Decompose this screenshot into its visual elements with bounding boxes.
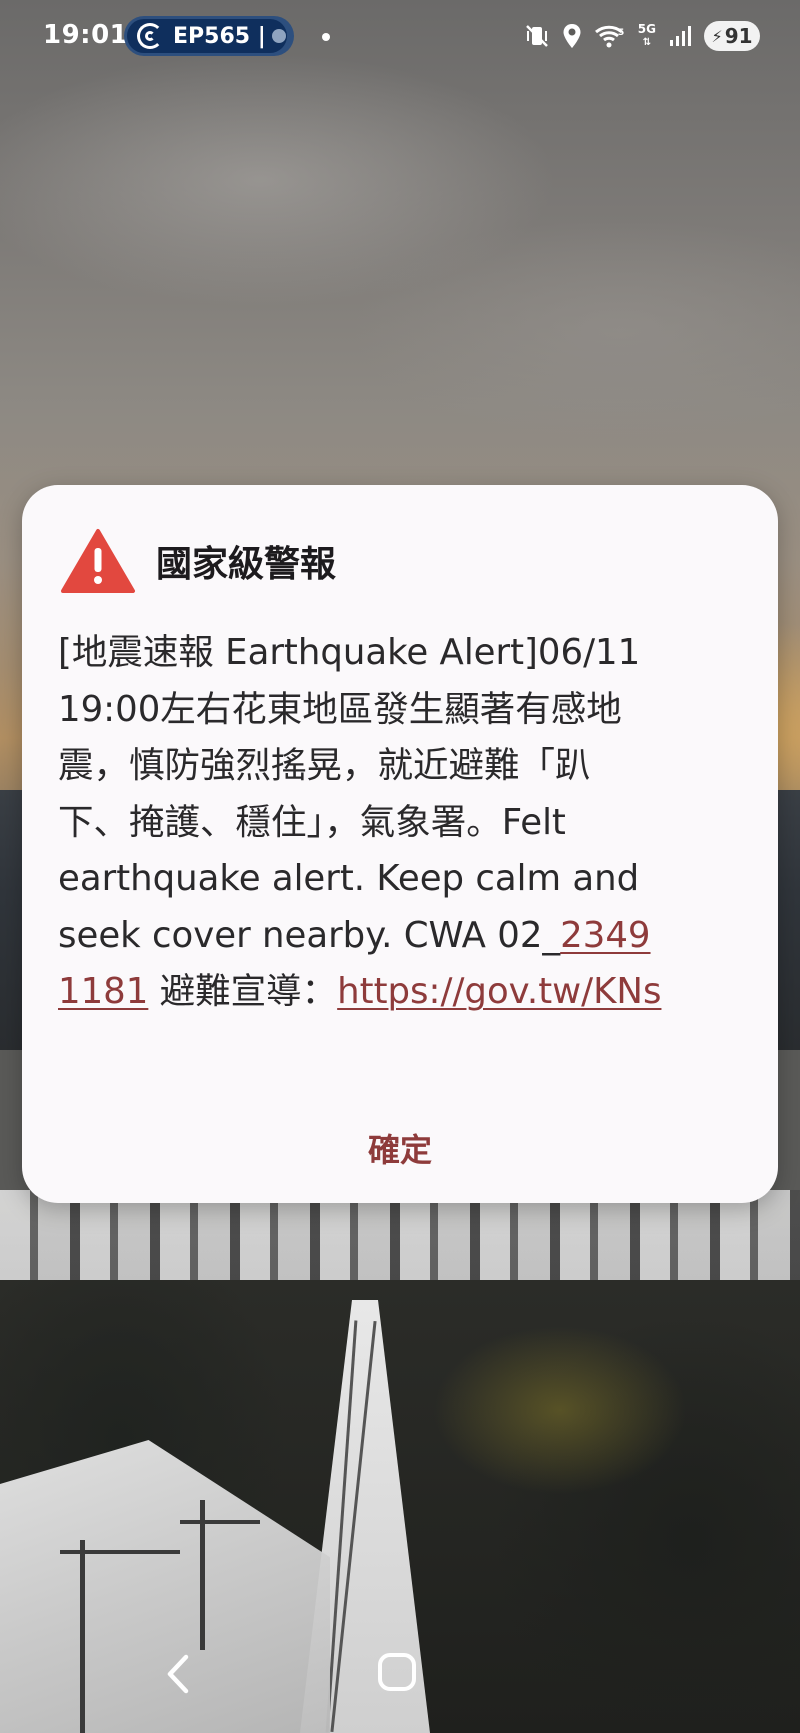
alert-header: 國家級警報 (60, 525, 336, 597)
status-bar: 19:01 EP565 | 5 5G ⇅ ⚡ 91 (0, 0, 800, 72)
confirm-button[interactable]: 確定 (350, 1125, 450, 1175)
alert-line: 19:00左右花東地區發生顯著有感地 (58, 688, 622, 730)
wifi-icon: 5 (594, 23, 626, 49)
clock: 19:01 (43, 20, 129, 50)
alert-line: 下、掩護、穩住」，氣象署。Felt (58, 801, 566, 843)
evacuation-label: 避難宣導： (148, 971, 338, 1012)
alert-title: 國家級警報 (156, 544, 337, 585)
warning-triangle-icon (61, 529, 135, 593)
phone-link[interactable]: 2349 (560, 915, 650, 956)
alert-line: 震，慎防強烈搖晃，就近避難「趴 (58, 745, 591, 786)
home-icon[interactable] (378, 1653, 416, 1691)
alert-line: [地震速報 Earthquake Alert]06/11 (58, 632, 641, 673)
system-icons: 5 5G ⇅ ⚡ 91 (524, 18, 760, 54)
network-type: 5G ⇅ (637, 22, 656, 49)
back-icon[interactable] (158, 1649, 198, 1699)
location-pin-icon (562, 23, 582, 49)
navigation-bar (0, 1623, 800, 1733)
live-activity-label: EP565 | (173, 23, 266, 49)
live-activity-avatar (271, 29, 286, 43)
alert-message: [地震速報 Earthquake Alert]06/11 19:00左右花東地區… (58, 625, 758, 1021)
cell-signal-icon (668, 24, 692, 48)
live-activity-icon (137, 23, 163, 49)
emergency-alert-dialog: 國家級警報 [地震速報 Earthquake Alert]06/11 19:00… (22, 485, 778, 1203)
battery-indicator: ⚡ 91 (704, 21, 760, 51)
notification-dot (322, 33, 330, 41)
alert-line-text: seek cover nearby. CWA 02_ (58, 914, 561, 956)
phone-link-continued[interactable]: 1181 (58, 971, 148, 1012)
vibrate-icon (524, 23, 550, 49)
alert-line: earthquake alert. Keep calm and (58, 858, 640, 899)
live-activity-chip[interactable]: EP565 | (124, 16, 294, 56)
svg-text:5: 5 (618, 28, 624, 38)
url-link[interactable]: https://gov.tw/KNs (337, 971, 661, 1012)
alert-line: seek cover nearby. CWA 02_2349 (58, 908, 758, 965)
alert-line: 1181 避難宣導：https://gov.tw/KNs (58, 964, 758, 1021)
charging-bolt-icon: ⚡ (711, 26, 723, 46)
